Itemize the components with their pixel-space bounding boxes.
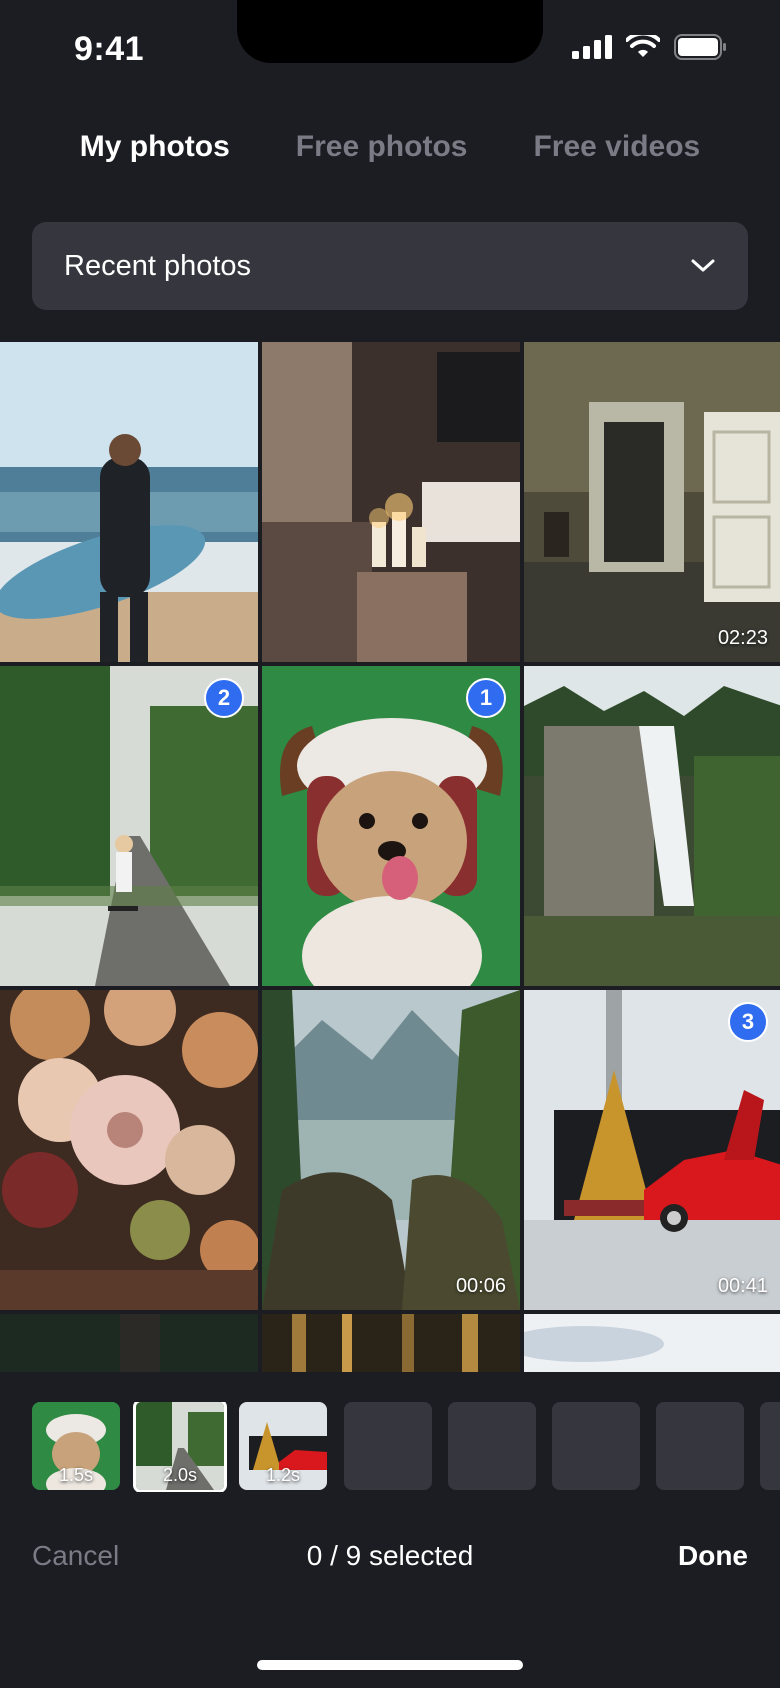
wifi-icon [626,35,660,57]
done-button[interactable]: Done [678,1540,748,1572]
selected-thumb-skateboarder[interactable]: 2.0s [133,1402,227,1492]
cancel-button[interactable]: Cancel [32,1540,119,1572]
status-time: 9:41 [74,30,145,68]
grid-item-dark-forest[interactable] [0,1314,258,1372]
album-dropdown[interactable]: Recent photos [32,222,748,310]
selection-tray: 1.5s 2.0s 1.2s 0 / 9 selected Cancel Don… [0,1372,780,1688]
chevron-down-icon [691,259,715,272]
clip-duration-label: 2.0s [162,1465,198,1485]
empty-slot [448,1402,536,1490]
media-grid: 02:23 2 1 00:06 3 00:41 [0,342,780,1372]
trees-photo [262,1314,520,1372]
selected-thumbnails: 1.5s 2.0s 1.2s [32,1402,780,1492]
source-tabs: My photos Free photos Free videos [0,130,780,164]
clip-duration-label: 1.2s [265,1465,301,1485]
video-duration: 00:06 [455,1275,506,1297]
forest-photo [0,1314,258,1372]
notch [237,0,543,63]
tab-my-photos[interactable]: My photos [80,130,230,164]
waterfall-photo [524,666,780,986]
empty-slot [552,1402,640,1490]
grid-item-car-christmas-tree[interactable]: 3 00:41 [524,990,780,1310]
empty-slot [656,1402,744,1490]
video-duration: 00:41 [717,1275,768,1297]
selection-order-badge: 3 [728,1002,768,1042]
grid-item-interior-door[interactable]: 02:23 [524,342,780,662]
interior-photo [524,342,780,662]
selected-thumb-dog[interactable]: 1.5s [32,1402,120,1490]
grid-item-waterfall[interactable] [524,666,780,986]
status-icons [572,34,728,60]
grid-item-skateboarder[interactable]: 2 [0,666,258,986]
tab-free-photos[interactable]: Free photos [296,130,468,164]
surfer-photo [0,342,258,662]
grid-item-autumn-trees[interactable] [262,1314,520,1372]
grid-item-mountain-forest[interactable]: 00:06 [262,990,520,1310]
candles-photo [262,342,520,662]
grid-item-candles-room[interactable] [262,342,520,662]
video-duration: 02:23 [717,627,768,649]
selection-order-badge: 1 [466,678,506,718]
flowers-photo [0,990,258,1310]
empty-slot [344,1402,432,1490]
selected-thumb-car[interactable]: 1.2s [239,1402,327,1490]
grid-item-sky[interactable] [524,1314,780,1372]
grid-item-dog-antlers[interactable]: 1 [262,666,520,986]
footer-bar: 0 / 9 selected Cancel Done [0,1540,780,1590]
grid-item-flowers[interactable] [0,990,258,1310]
grid-item-surfer[interactable] [0,342,258,662]
battery-icon [674,34,726,60]
tab-free-videos[interactable]: Free videos [533,130,700,164]
sky-photo [524,1314,780,1372]
album-dropdown-label: Recent photos [64,249,252,282]
signal-icon [572,35,612,59]
home-indicator [257,1660,523,1670]
status-bar: 9:41 [0,0,780,100]
empty-slot [760,1402,780,1490]
selection-order-badge: 2 [204,678,244,718]
clip-duration-label: 1.5s [58,1465,94,1485]
mountain-forest-photo [262,990,520,1310]
